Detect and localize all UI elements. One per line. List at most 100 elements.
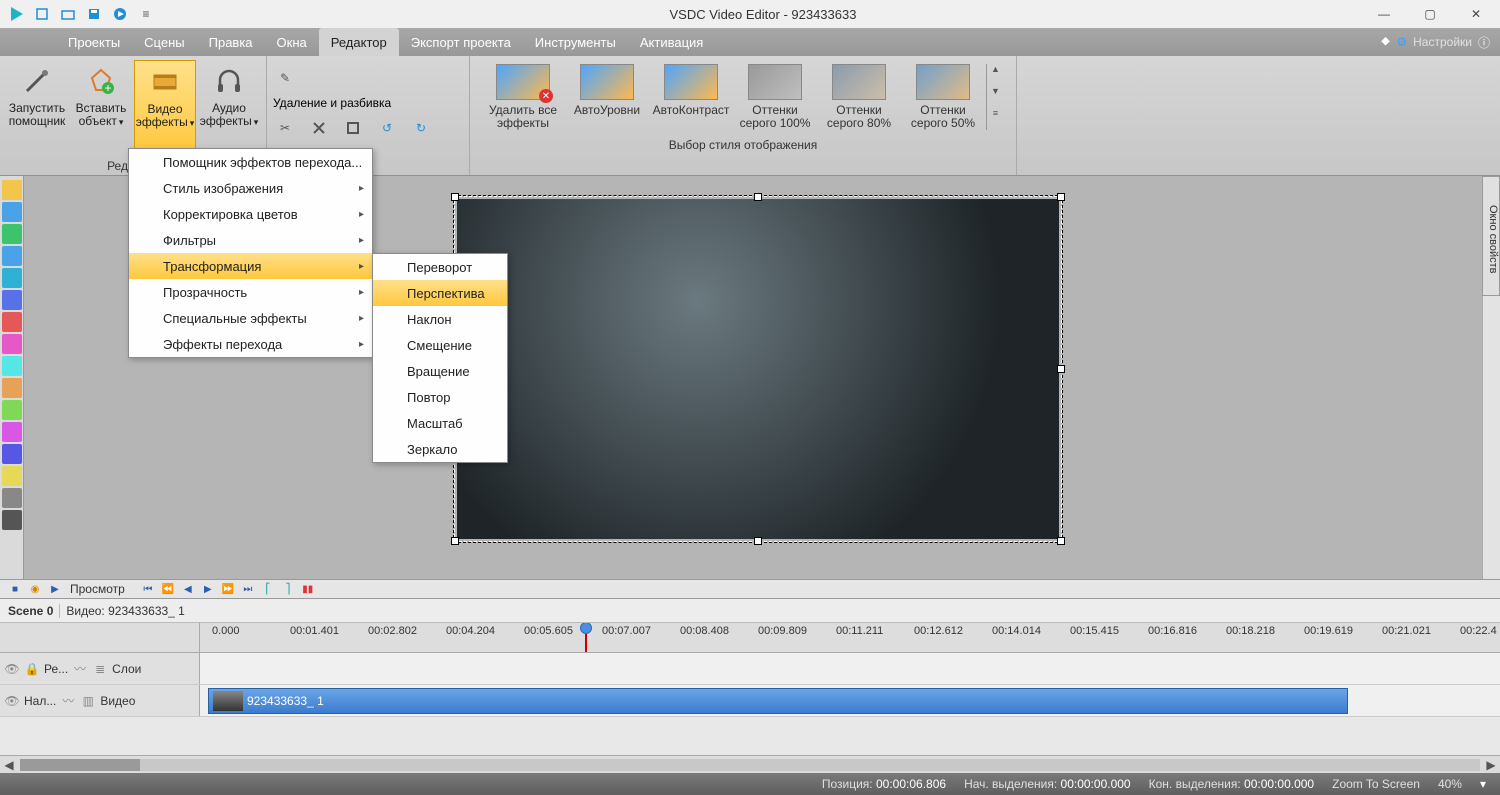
mi-transition-helper[interactable]: Помощник эффектов перехода...	[129, 149, 372, 175]
handle-bm[interactable]	[754, 537, 762, 545]
tool-11[interactable]	[2, 400, 22, 420]
settings-link[interactable]: Настройки	[1413, 35, 1472, 49]
handle-tr[interactable]	[1057, 193, 1065, 201]
status-zoom-label[interactable]: Zoom To Screen	[1332, 777, 1420, 791]
eye-icon[interactable]: 👁	[4, 693, 20, 709]
handle-tl[interactable]	[451, 193, 459, 201]
qat-new-icon[interactable]	[32, 4, 52, 24]
handle-mr[interactable]	[1057, 365, 1065, 373]
tool-8[interactable]	[2, 334, 22, 354]
pb-play-icon[interactable]: ▶	[46, 581, 64, 597]
tool-1[interactable]	[2, 180, 22, 200]
qat-save-icon[interactable]	[84, 4, 104, 24]
handle-br[interactable]	[1057, 537, 1065, 545]
crop-icon[interactable]	[341, 116, 365, 140]
pb-next-icon[interactable]: ⏩	[219, 581, 237, 597]
tab-projects[interactable]: Проекты	[56, 28, 132, 56]
ruler[interactable]: 0.00000:01.40100:02.80200:04.20400:05.60…	[0, 623, 1500, 653]
tab-edit[interactable]: Правка	[197, 28, 265, 56]
handle-tm[interactable]	[754, 193, 762, 201]
mi-rotation[interactable]: Вращение	[373, 358, 507, 384]
style-remove-all[interactable]: ✕Удалить все эффекты	[482, 64, 564, 130]
info-icon[interactable]: ⓘ	[1478, 34, 1490, 51]
rotate-left-icon[interactable]: ↺	[375, 116, 399, 140]
tool-16[interactable]	[2, 510, 22, 530]
close-button[interactable]: ✕	[1462, 7, 1490, 21]
mi-transparency[interactable]: Прозрачность	[129, 279, 372, 305]
playhead[interactable]	[585, 623, 587, 652]
tool-9[interactable]	[2, 356, 22, 376]
tool-15[interactable]	[2, 488, 22, 508]
style-scroll[interactable]: ▲▼≡	[986, 64, 1004, 130]
mi-transition-effects[interactable]: Эффекты перехода	[129, 331, 372, 357]
mi-repeat[interactable]: Повтор	[373, 384, 507, 410]
scissors-icon[interactable]: ✂	[273, 116, 297, 140]
tool-14[interactable]	[2, 466, 22, 486]
tool-3[interactable]	[2, 224, 22, 244]
launch-helper-button[interactable]: Запустить помощник	[6, 60, 68, 155]
eye-icon[interactable]: 👁	[4, 661, 20, 677]
pb-prev-icon[interactable]: ⏪	[159, 581, 177, 597]
style-autolevels[interactable]: АвтоУровни	[566, 64, 648, 130]
qat-open-icon[interactable]	[58, 4, 78, 24]
mi-skew[interactable]: Наклон	[373, 306, 507, 332]
qat-play-icon[interactable]	[110, 4, 130, 24]
tab-scenes[interactable]: Сцены	[132, 28, 196, 56]
tool-5[interactable]	[2, 268, 22, 288]
scroll-thumb[interactable]	[20, 759, 140, 771]
maximize-button[interactable]: ▢	[1416, 7, 1444, 21]
mi-color-correction[interactable]: Корректировка цветов	[129, 201, 372, 227]
tab-export[interactable]: Экспорт проекта	[399, 28, 523, 56]
pb-first-icon[interactable]: ⏮	[139, 581, 157, 597]
rotate-right-icon[interactable]: ↻	[409, 116, 433, 140]
scroll-right-icon[interactable]: ▶	[1482, 758, 1500, 772]
scene-name[interactable]: Scene 0	[8, 604, 53, 618]
pb-stop-icon[interactable]: ■	[6, 581, 24, 597]
video-frame[interactable]	[454, 196, 1062, 542]
help-icon[interactable]: ⯁	[1381, 35, 1391, 50]
layers-icon[interactable]: ≣	[92, 661, 108, 677]
tool-13[interactable]	[2, 444, 22, 464]
tab-activation[interactable]: Активация	[628, 28, 715, 56]
mi-scale[interactable]: Масштаб	[373, 410, 507, 436]
video-icon[interactable]: ▥	[80, 693, 96, 709]
style-gray100[interactable]: Оттенки серого 100%	[734, 64, 816, 130]
pen-icon[interactable]: ✎	[273, 66, 297, 90]
mi-transformation[interactable]: Трансформация	[129, 253, 372, 279]
properties-panel-tab[interactable]: Окно свойств	[1482, 176, 1500, 296]
pb-markin-icon[interactable]: ⎡	[259, 581, 277, 597]
handle-bl[interactable]	[451, 537, 459, 545]
pb-region-icon[interactable]: ▮▮	[299, 581, 317, 597]
style-gray80[interactable]: Оттенки серого 80%	[818, 64, 900, 130]
wave-icon[interactable]: 〰	[72, 661, 88, 677]
pb-record-icon[interactable]: ◉	[26, 581, 44, 597]
tool-2[interactable]	[2, 202, 22, 222]
tab-tools[interactable]: Инструменты	[523, 28, 628, 56]
mi-perspective[interactable]: Перспектива	[373, 280, 507, 306]
mi-offset[interactable]: Смещение	[373, 332, 507, 358]
audio-effects-button[interactable]: Аудио эффекты	[198, 60, 260, 155]
insert-object-button[interactable]: + Вставить объект	[70, 60, 132, 155]
pb-markout-icon[interactable]: ⎤	[279, 581, 297, 597]
split-icon[interactable]	[307, 116, 331, 140]
qat-more-icon[interactable]: ≡	[136, 4, 156, 24]
mi-flip[interactable]: Переворот	[373, 254, 507, 280]
video-effects-button[interactable]: Видео эффекты	[134, 60, 196, 155]
mi-filters[interactable]: Фильтры	[129, 227, 372, 253]
tool-7[interactable]	[2, 312, 22, 332]
lock-icon[interactable]: 🔒	[24, 661, 40, 677]
pb-last-icon[interactable]: ⏭	[239, 581, 257, 597]
tool-6[interactable]	[2, 290, 22, 310]
pb-stepback-icon[interactable]: ◀	[179, 581, 197, 597]
mi-mirror[interactable]: Зеркало	[373, 436, 507, 462]
tab-editor[interactable]: Редактор	[319, 28, 399, 56]
wave-icon[interactable]: 〰	[60, 693, 76, 709]
scene-clip-name[interactable]: Видео: 923433633_ 1	[59, 604, 184, 618]
minimize-button[interactable]: —	[1370, 7, 1398, 21]
chevron-down-icon[interactable]: ▾	[1480, 777, 1486, 791]
tool-12[interactable]	[2, 422, 22, 442]
tool-10[interactable]	[2, 378, 22, 398]
timeline-hscroll[interactable]: ◀ ▶	[0, 755, 1500, 773]
tool-4[interactable]	[2, 246, 22, 266]
style-autocontrast[interactable]: АвтоКонтраст	[650, 64, 732, 130]
